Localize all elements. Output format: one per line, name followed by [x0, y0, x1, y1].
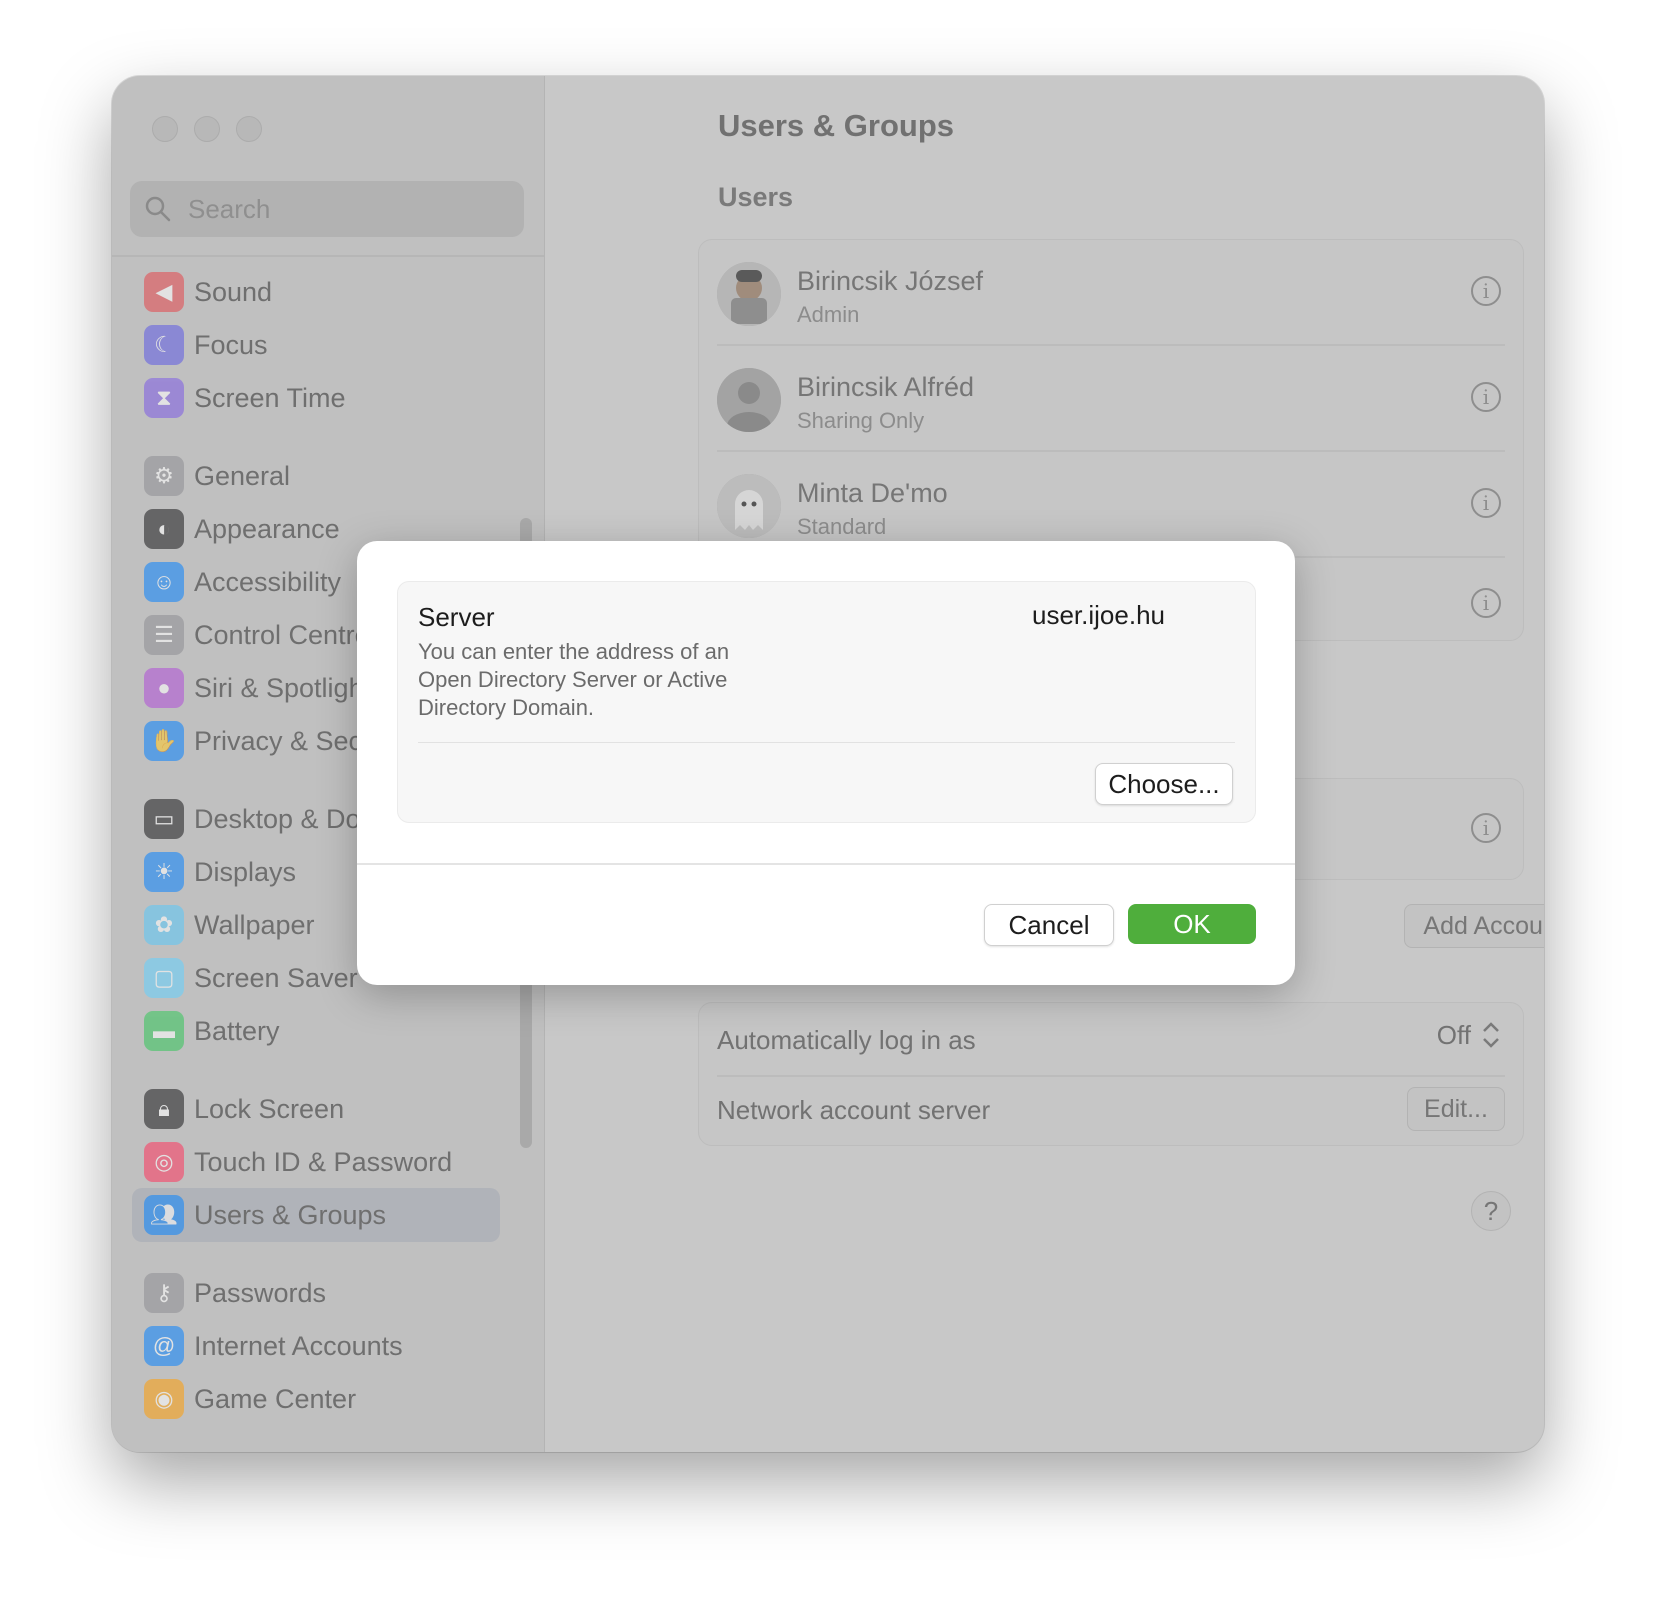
sidebar-item-label: Sound — [194, 276, 273, 307]
dock-icon: ▭ — [144, 799, 184, 839]
info-icon[interactable]: i — [1471, 488, 1501, 518]
moon-icon: ☾ — [144, 325, 184, 365]
sidebar-item-label: Wallpaper — [194, 909, 315, 940]
sidebar-item-touch-id-password[interactable]: ◎ Touch ID & Password — [132, 1135, 500, 1189]
toggles-icon: ☰ — [144, 615, 184, 655]
search-input[interactable] — [186, 192, 490, 226]
ghost-avatar-icon — [717, 474, 781, 538]
window-controls — [152, 116, 262, 142]
row-divider — [717, 1075, 1505, 1077]
person-silhouette-icon — [717, 368, 781, 432]
server-label: Server — [418, 602, 495, 632]
at-icon: @ — [144, 1326, 184, 1366]
info-icon[interactable]: i — [1471, 813, 1501, 843]
server-dialog: Server You can enter the address of an O… — [357, 541, 1295, 985]
users-heading: Users — [718, 182, 794, 212]
chevron-up-down-icon — [1483, 1022, 1499, 1048]
battery-icon: ▬ — [144, 1011, 184, 1051]
minimize-window-button[interactable] — [194, 116, 220, 142]
sidebar-item-label: General — [194, 460, 291, 491]
sidebar-item-general[interactable]: ⚙ General — [132, 449, 500, 503]
user-row[interactable]: Birincsik József Admin i — [699, 240, 1523, 346]
appearance-icon: ◐ — [144, 509, 184, 549]
key-icon: ⚷ — [144, 1273, 184, 1313]
user-name: Birincsik József — [797, 266, 984, 296]
avatar — [717, 262, 781, 326]
sidebar-item-label: Focus — [194, 329, 268, 360]
server-settings-box: Server You can enter the address of an O… — [397, 581, 1256, 823]
sidebar-item-passwords[interactable]: ⚷ Passwords — [132, 1266, 500, 1320]
sidebar-item-label: Displays — [194, 856, 297, 887]
hourglass-icon: ⧗ — [144, 378, 184, 418]
memoji-avatar-icon — [717, 262, 781, 326]
server-description: You can enter the address of an Open Dir… — [418, 639, 730, 720]
sidebar-item-label: Appearance — [194, 513, 340, 544]
sidebar-item-label: Screen Saver — [194, 962, 358, 993]
box-divider — [418, 742, 1235, 743]
fingerprint-icon: ◎ — [144, 1142, 184, 1182]
accessibility-icon: ☺ — [144, 562, 184, 602]
users-icon: 👥︎ — [144, 1195, 184, 1235]
user-role: Standard — [797, 514, 887, 539]
gear-icon: ⚙ — [144, 456, 184, 496]
page-title: Users & Groups — [718, 108, 955, 143]
avatar — [717, 368, 781, 432]
sidebar-item-battery[interactable]: ▬ Battery — [132, 1004, 500, 1058]
auto-login-value: Off — [1436, 1019, 1471, 1050]
user-name: Minta De'mo — [797, 478, 948, 508]
close-window-button[interactable] — [152, 116, 178, 142]
speaker-icon: ◀ — [144, 272, 184, 312]
info-icon[interactable]: i — [1471, 588, 1501, 618]
cancel-button[interactable]: Cancel — [984, 904, 1114, 946]
sun-icon: ☀ — [144, 852, 184, 892]
user-name: Birincsik Alfréd — [797, 372, 975, 402]
sidebar-item-label: Internet Accounts — [194, 1330, 403, 1361]
game-center-icon: ◉ — [144, 1379, 184, 1419]
sidebar-item-game-center[interactable]: ◉ Game Center — [132, 1372, 500, 1426]
zoom-window-button[interactable] — [236, 116, 262, 142]
info-icon[interactable]: i — [1471, 276, 1501, 306]
choose-button[interactable]: Choose... — [1095, 763, 1233, 805]
auto-login-label: Automatically log in as — [717, 1025, 976, 1055]
sidebar-item-label: Battery — [194, 1015, 280, 1046]
search-icon — [145, 196, 171, 222]
auto-login-select[interactable]: Off — [1437, 1019, 1503, 1051]
ok-button[interactable]: OK — [1128, 904, 1256, 944]
avatar — [717, 474, 781, 538]
sidebar-item-label: Users & Groups — [194, 1199, 387, 1230]
sidebar-item-label: Game Center — [194, 1383, 357, 1414]
sidebar-item-label: Siri & Spotlight — [194, 672, 372, 703]
sidebar-item-label: Accessibility — [194, 566, 342, 597]
lock-icon: 🔒︎ — [144, 1089, 184, 1129]
info-icon[interactable]: i — [1471, 382, 1501, 412]
server-address-input[interactable] — [1032, 600, 1232, 631]
search-field[interactable] — [130, 181, 524, 237]
help-button[interactable]: ? — [1471, 1191, 1511, 1231]
dialog-divider — [357, 863, 1295, 865]
sidebar-item-internet-accounts[interactable]: @ Internet Accounts — [132, 1319, 500, 1373]
sidebar-item-focus[interactable]: ☾ Focus — [132, 318, 500, 372]
sidebar-item-screen-time[interactable]: ⧗ Screen Time — [132, 371, 500, 425]
sidebar-item-label: Screen Time — [194, 382, 346, 413]
sidebar-item-label: Touch ID & Password — [194, 1146, 453, 1177]
sidebar-item-lock-screen[interactable]: 🔒︎ Lock Screen — [132, 1082, 500, 1136]
user-role: Sharing Only — [797, 408, 925, 433]
sidebar-item-label: Passwords — [194, 1277, 327, 1308]
sidebar-item-sound[interactable]: ◀ Sound — [132, 265, 500, 319]
hand-icon: ✋ — [144, 721, 184, 761]
login-settings-panel: Automatically log in as Off Network acco… — [698, 1002, 1524, 1146]
user-row[interactable]: Birincsik Alfréd Sharing Only i — [699, 346, 1523, 452]
sidebar-item-users-groups[interactable]: 👥︎ Users & Groups — [132, 1188, 500, 1242]
user-role: Admin — [797, 302, 860, 327]
edit-button[interactable]: Edit... — [1407, 1087, 1505, 1131]
sidebar-item-label: Control Centre — [194, 619, 370, 650]
flower-icon: ✿ — [144, 905, 184, 945]
screensaver-icon: ▢ — [144, 958, 184, 998]
network-server-label: Network account server — [717, 1095, 991, 1125]
siri-icon: ● — [144, 668, 184, 708]
sidebar-item-label: Lock Screen — [194, 1093, 345, 1124]
add-account-button[interactable]: Add Account... — [1404, 904, 1544, 948]
